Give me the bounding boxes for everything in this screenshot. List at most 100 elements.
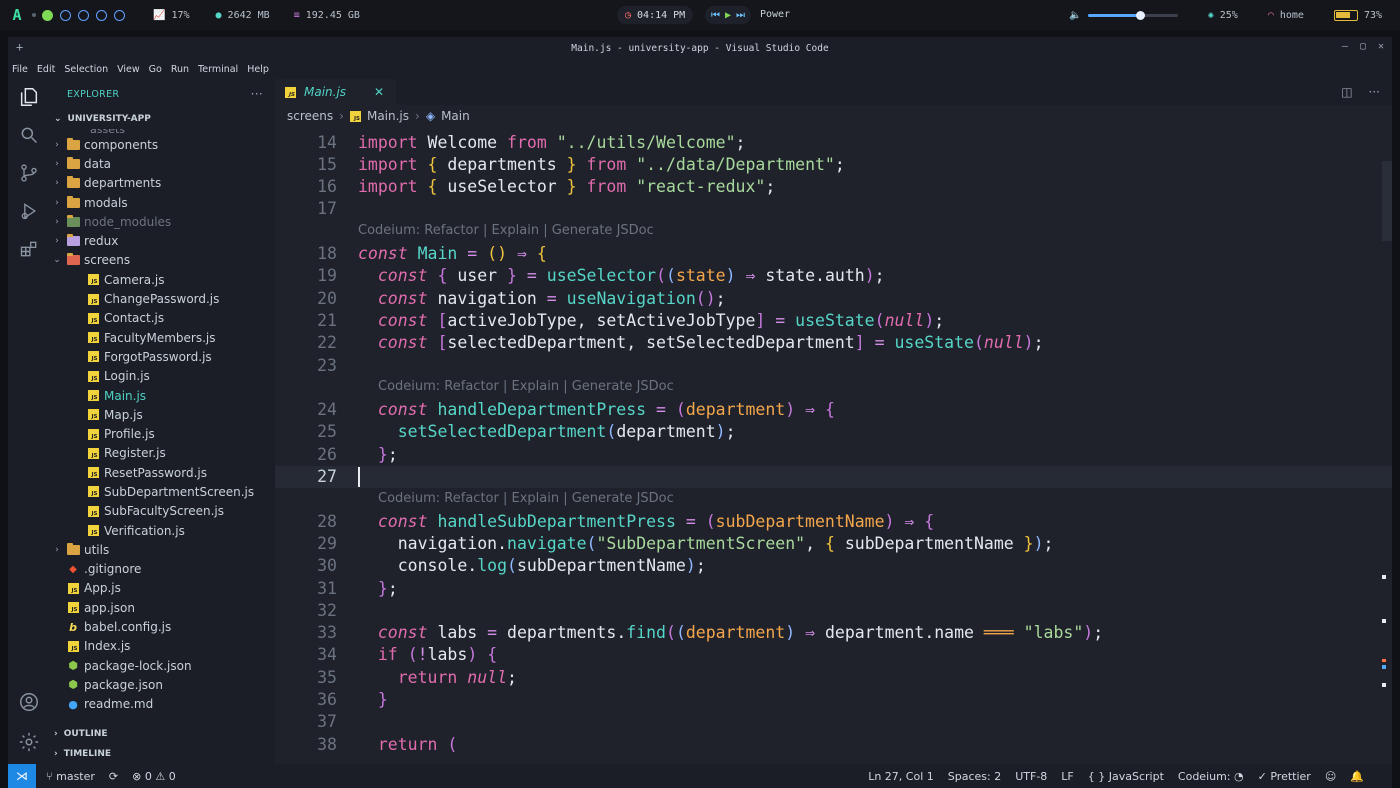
tree-file[interactable]: JS app.json <box>50 598 275 617</box>
code-line[interactable]: 17 <box>275 198 1392 220</box>
project-root[interactable]: ⌄ UNIVERSITY-APP <box>50 109 275 129</box>
code-line[interactable]: 36 } <box>275 689 1392 711</box>
code-line[interactable]: 27 <box>275 465 1392 488</box>
tree-file[interactable]: JS Index.js <box>50 637 275 656</box>
tree-file[interactable]: JS ForgotPassword.js <box>50 347 275 366</box>
remote-icon[interactable]: ⋊ <box>8 764 36 788</box>
outline-section[interactable]: › OUTLINE <box>50 724 275 744</box>
menu-view[interactable]: View <box>117 64 140 75</box>
encoding[interactable]: UTF-8 <box>1015 770 1047 783</box>
workspace-4[interactable] <box>96 9 107 21</box>
workspace-3[interactable] <box>78 9 89 21</box>
workspace-2[interactable] <box>60 9 71 21</box>
codeium-status[interactable]: Codeium: ◔ <box>1178 770 1244 783</box>
end-of-line[interactable]: LF <box>1061 770 1073 783</box>
menu-selection[interactable]: Selection <box>64 64 108 75</box>
breadcrumb-symbol[interactable]: Main <box>441 109 470 123</box>
branch-indicator[interactable]: ⑂ master <box>46 770 95 783</box>
close-tab-icon[interactable]: ✕ <box>374 85 384 99</box>
volume-control[interactable]: 🔈 <box>1061 5 1185 25</box>
sync-icon[interactable]: ⟳ <box>109 770 118 783</box>
code-line[interactable]: 23 <box>275 354 1392 376</box>
indentation[interactable]: Spaces: 2 <box>948 770 1001 783</box>
code-editor[interactable]: 14 import Welcome from "../utils/Welcome"… <box>275 129 1392 764</box>
menu-terminal[interactable]: Terminal <box>198 64 238 75</box>
clock[interactable]: ◷ 04:14 PM <box>617 6 694 24</box>
tree-file[interactable]: JS SubFacultyScreen.js <box>50 502 275 521</box>
wifi-stat[interactable]: ◠ home <box>1260 5 1312 25</box>
tree-file[interactable]: JS ResetPassword.js <box>50 463 275 482</box>
tree-file[interactable]: JS Login.js <box>50 367 275 386</box>
language-mode[interactable]: { } JavaScript <box>1088 770 1164 783</box>
tree-folder[interactable]: › data <box>50 154 275 173</box>
tree-file[interactable]: JS Map.js <box>50 405 275 424</box>
menu-edit[interactable]: Edit <box>37 64 55 75</box>
code-line[interactable]: 37 <box>275 711 1392 733</box>
tree-folder[interactable]: › redux <box>50 231 275 250</box>
vertical-scrollbar[interactable] <box>1382 161 1392 241</box>
code-line[interactable]: 35 return null; <box>275 666 1392 688</box>
tree-file[interactable]: ● readme.md <box>50 695 275 714</box>
codeium-codelens[interactable]: Codeium: Refactor | Explain | Generate J… <box>378 379 674 394</box>
menu-help[interactable]: Help <box>247 64 269 75</box>
workspace-5[interactable] <box>114 9 125 21</box>
code-line[interactable]: 38 return ( <box>275 733 1392 755</box>
more-actions-icon[interactable]: ··· <box>1369 85 1380 99</box>
tree-file[interactable]: JS FacultyMembers.js <box>50 328 275 347</box>
timeline-section[interactable]: › TIMELINE <box>50 744 275 764</box>
workspace-1[interactable] <box>42 9 53 21</box>
next-icon[interactable]: ⏭ <box>736 10 745 21</box>
code-line[interactable]: 32 <box>275 599 1392 621</box>
power-label[interactable]: Power <box>760 9 790 20</box>
volume-slider[interactable] <box>1087 10 1178 20</box>
tree-file[interactable]: ◆ .gitignore <box>50 560 275 579</box>
code-line[interactable]: 31 }; <box>275 577 1392 599</box>
account-icon[interactable] <box>17 690 41 714</box>
maximize-icon[interactable]: ▢ <box>1360 41 1366 52</box>
volume-knob[interactable] <box>1135 10 1145 20</box>
code-line[interactable]: 16 import { useSelector } from "react-red… <box>275 176 1392 198</box>
code-line[interactable]: 30 console.log(subDepartmentName); <box>275 555 1392 577</box>
code-line[interactable]: 18 const Main = () ⇒ { <box>275 243 1392 265</box>
code-line[interactable]: 33 const labs = departments.find((depart… <box>275 622 1392 644</box>
code-line[interactable]: 14 import Welcome from "../utils/Welcome"… <box>275 131 1392 153</box>
menu-run[interactable]: Run <box>171 64 189 75</box>
code-line[interactable]: 25 setSelectedDepartment(department); <box>275 421 1392 443</box>
source-control-icon[interactable] <box>17 161 41 185</box>
tree-file[interactable]: JS Contact.js <box>50 309 275 328</box>
code-line[interactable]: 24 const handleDepartmentPress = (depart… <box>275 399 1392 421</box>
tab-main-js[interactable]: JS Main.js ✕ <box>275 79 397 105</box>
tree-folder[interactable]: › utils <box>50 540 275 559</box>
code-line[interactable]: 19 const { user } = useSelector((state) … <box>275 265 1392 287</box>
tree-file[interactable]: ⬢ package.json <box>50 675 275 694</box>
previous-icon[interactable]: ⏮ <box>711 10 720 21</box>
problems-indicator[interactable]: ⊗ 0 ⚠ 0 <box>132 770 176 783</box>
tree-file[interactable]: b babel.config.js <box>50 617 275 636</box>
minimize-icon[interactable]: – <box>1342 41 1348 52</box>
menu-file[interactable]: File <box>12 64 28 75</box>
codeium-codelens[interactable]: Codeium: Refactor | Explain | Generate J… <box>378 491 674 506</box>
battery-stat[interactable]: 73% <box>1326 5 1390 25</box>
search-icon[interactable] <box>17 123 41 147</box>
workspace-indicators[interactable] <box>42 9 125 21</box>
tree-file[interactable]: JS App.js <box>50 579 275 598</box>
tree-folder[interactable]: › components <box>50 135 275 154</box>
tree-folder[interactable]: › modals <box>50 193 275 212</box>
code-line[interactable]: 15 import { departments } from "../data/D… <box>275 153 1392 175</box>
tree-file[interactable]: JS Main.js <box>50 386 275 405</box>
code-line[interactable]: 34 if (!labs) { <box>275 644 1392 666</box>
tree-file[interactable]: ⬢ package-lock.json <box>50 656 275 675</box>
code-line[interactable]: 28 const handleSubDepartmentPress = (sub… <box>275 510 1392 532</box>
tree-folder[interactable]: ⌄ screens <box>50 251 275 270</box>
code-line[interactable]: 29 navigation.navigate("SubDepartmentScr… <box>275 532 1392 554</box>
play-icon[interactable]: ▶ <box>725 10 731 21</box>
tree-folder[interactable]: › node_modules <box>50 212 275 231</box>
tree-folder[interactable]: › departments <box>50 174 275 193</box>
new-window-icon[interactable]: + <box>16 40 23 54</box>
tree-file[interactable]: JS ChangePassword.js <box>50 289 275 308</box>
breadcrumb-folder[interactable]: screens <box>287 109 333 123</box>
breadcrumb-file[interactable]: Main.js <box>367 109 409 123</box>
split-editor-icon[interactable]: ◫ <box>1341 85 1352 99</box>
more-actions-icon[interactable]: ··· <box>251 87 263 101</box>
close-icon[interactable]: ✕ <box>1378 41 1384 52</box>
